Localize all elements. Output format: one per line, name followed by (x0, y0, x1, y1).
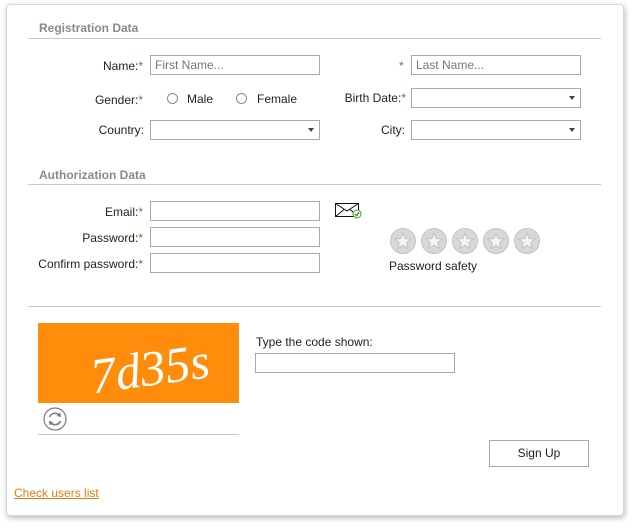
first-name-input[interactable] (150, 55, 320, 75)
country-label: Country: (98, 123, 144, 137)
gender-label: Gender:* (94, 93, 143, 107)
captcha-prompt-label: Type the code shown: (256, 335, 373, 349)
password-safety-star-icon (483, 228, 509, 254)
gender-male-label[interactable]: Male (187, 92, 213, 106)
birth-date-dropdown[interactable] (411, 88, 581, 108)
registration-divider (28, 38, 601, 39)
gender-male-radio[interactable] (167, 93, 178, 104)
email-verify-icon (335, 203, 362, 222)
city-dropdown[interactable] (411, 120, 581, 140)
birth-date-label: Birth Date:* (344, 91, 406, 105)
captcha-code-text: 7d35s (87, 332, 213, 403)
captcha-code-input[interactable] (255, 353, 455, 373)
last-name-required-marker: * (399, 59, 404, 73)
last-name-input[interactable] (411, 55, 581, 75)
chevron-down-icon (569, 128, 575, 132)
email-input[interactable] (150, 201, 320, 221)
authorization-divider (28, 184, 601, 185)
captcha-divider (28, 306, 601, 307)
sign-up-button[interactable]: Sign Up (489, 440, 589, 467)
city-label: City: (381, 123, 405, 137)
password-safety-star-icon (421, 228, 447, 254)
captcha-image: 7d35s (38, 323, 239, 404)
confirm-password-input[interactable] (150, 253, 320, 273)
password-input[interactable] (150, 227, 320, 247)
chevron-down-icon (308, 128, 314, 132)
registration-section-title: Registration Data (39, 21, 139, 35)
refresh-icon[interactable] (43, 407, 67, 431)
password-label: Password:* (82, 231, 143, 245)
gender-female-label[interactable]: Female (257, 92, 297, 106)
country-dropdown[interactable] (150, 120, 320, 140)
email-label: Email:* (104, 205, 143, 219)
gender-female-radio[interactable] (236, 93, 247, 104)
password-safety-star-icon (390, 228, 416, 254)
captcha-underline (38, 434, 239, 435)
check-users-list-link[interactable]: Check users list (14, 486, 99, 500)
password-safety-star-icon (514, 228, 540, 254)
password-safety-star-icon (452, 228, 478, 254)
authorization-section-title: Authorization Data (39, 168, 146, 182)
confirm-password-label: Confirm password:* (38, 257, 143, 271)
name-label: Name:* (102, 59, 143, 73)
password-safety-label: Password safety (389, 259, 478, 273)
chevron-down-icon (569, 96, 575, 100)
